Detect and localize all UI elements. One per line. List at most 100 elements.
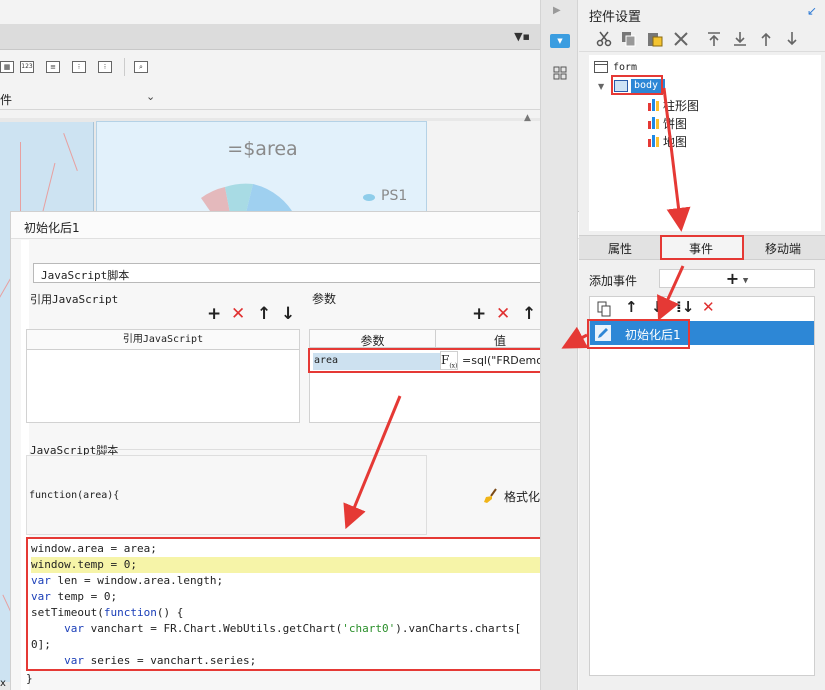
tab-events-label: 事件: [689, 242, 714, 256]
code-token: window.area = area;: [31, 542, 157, 555]
widget-settings-icon[interactable]: ▼: [550, 34, 570, 48]
chevron-down-icon[interactable]: ⌄: [146, 90, 155, 103]
code-line[interactable]: window.temp = 0;: [31, 557, 554, 573]
param-name-cell[interactable]: area: [313, 353, 441, 370]
bar-chart-icon: [648, 99, 659, 111]
delete-ref-button[interactable]: ✕: [231, 306, 245, 323]
move-down-icon[interactable]: [783, 31, 801, 47]
add-event-label: 添加事件: [589, 274, 638, 288]
code-line[interactable]: window.area = area;: [31, 541, 554, 557]
ref-javascript-table[interactable]: 引用JavaScript: [26, 329, 300, 423]
delete-param-button[interactable]: ✕: [496, 306, 510, 323]
layout-grid-icon[interactable]: [553, 66, 567, 80]
code-line[interactable]: var len = window.area.length;: [31, 573, 554, 589]
code-token: ).vanCharts.charts[: [395, 622, 522, 635]
editor-tab-bar: ▼▪: [0, 24, 540, 50]
move-down-event-button[interactable]: ↓: [651, 299, 664, 316]
code-token: var: [64, 622, 84, 635]
move-up-event-button[interactable]: ↑: [625, 299, 638, 316]
code-token: setTimeout(: [31, 606, 104, 619]
dialog-header: 初始化后1: [11, 212, 581, 239]
tree-node-form[interactable]: form: [613, 62, 637, 73]
code-line[interactable]: va //获取 系列的所有数据点: [31, 669, 554, 671]
status-text: x: [0, 678, 6, 689]
move-to-bottom-event-button[interactable]: ⁞↓: [676, 299, 694, 316]
text-area-widget-icon[interactable]: ≡: [46, 61, 60, 73]
tree-node-pie-chart[interactable]: 饼图: [663, 115, 687, 132]
copy-icon[interactable]: [596, 301, 612, 317]
code-line[interactable]: var vanchart = FR.Chart.WebUtils.getChar…: [31, 621, 554, 637]
tree-expand-icon[interactable]: ▼: [598, 82, 604, 91]
toolbar-separator: [124, 58, 125, 76]
formula-button[interactable]: F(x): [440, 351, 458, 370]
code-line[interactable]: setTimeout(function() {: [31, 605, 554, 621]
move-up-ref-button[interactable]: ↑: [257, 306, 271, 323]
add-ref-button[interactable]: +: [207, 306, 221, 323]
tab-events[interactable]: 事件: [660, 235, 744, 260]
property-tabs: 属性 事件 移动端: [579, 235, 825, 260]
event-list: ↑ ↓ ⁞↓ ✕ 初始化后1: [589, 296, 815, 676]
param-row[interactable]: area F(x) =sql("FRDemo","s: [308, 348, 564, 373]
params-table: 参数 值: [309, 329, 565, 423]
body-annotation-box: [611, 75, 663, 95]
delete-event-button[interactable]: ✕: [702, 299, 715, 316]
pie-chart-widget-preview[interactable]: =$area PS1: [96, 121, 427, 216]
code-line[interactable]: var series = vanchart.series;: [31, 653, 554, 669]
widget-tree: form ▼ body 柱形图 饼图 地图: [589, 55, 821, 231]
number-widget-icon[interactable]: 123: [20, 61, 34, 73]
paste-icon[interactable]: [646, 31, 664, 47]
code-token: window.temp = 0;: [31, 558, 137, 571]
tab-mobile[interactable]: 移动端: [765, 240, 801, 257]
delete-icon[interactable]: [672, 31, 690, 47]
add-param-button[interactable]: +: [472, 306, 486, 323]
chart-title: =$area: [227, 138, 298, 160]
legend-label: PS1: [381, 188, 408, 204]
move-up-icon[interactable]: [757, 31, 775, 47]
caret-down-icon: ▼: [742, 276, 749, 285]
code-lines: window.area = area; window.temp = 0; var l…: [31, 541, 554, 671]
collapse-right-icon[interactable]: ▶: [553, 5, 561, 16]
param-name-column-header: 参数: [310, 330, 436, 348]
section-divider: [95, 449, 567, 450]
code-line[interactable]: var temp = 0;: [31, 589, 554, 605]
grid-widget-icon[interactable]: ▦: [0, 61, 14, 73]
legend-marker-icon: [363, 194, 375, 201]
cut-icon[interactable]: [595, 31, 613, 47]
function-closing-brace: }: [26, 672, 33, 685]
move-to-top-icon[interactable]: [705, 31, 723, 47]
code-token: var: [31, 574, 51, 587]
panel-title: 控件设置: [589, 10, 642, 25]
map-chart-icon: [648, 135, 659, 147]
radio-group-widget-icon[interactable]: ⁝: [72, 61, 86, 73]
tree-node-bar-chart[interactable]: 柱形图: [663, 97, 699, 114]
editor-top-strip: [0, 0, 540, 24]
move-up-param-button[interactable]: ↑: [522, 306, 536, 323]
scroll-up-icon[interactable]: ▲: [524, 113, 531, 123]
copy-icon[interactable]: [620, 31, 638, 47]
tree-node-map-chart[interactable]: 地图: [663, 133, 687, 150]
pie-chart-icon: [648, 117, 659, 129]
add-icon: +: [725, 269, 740, 288]
broom-icon: [484, 488, 497, 503]
widget-category-dropdown[interactable]: 件: [0, 91, 12, 108]
tab-menu-icon[interactable]: ▼▪: [514, 30, 530, 43]
tab-properties[interactable]: 属性: [608, 240, 632, 257]
move-down-ref-button[interactable]: ↓: [281, 306, 295, 323]
javascript-code-editor[interactable]: window.area = area; window.temp = 0; var l…: [26, 537, 567, 671]
add-event-dropdown[interactable]: + ▼: [659, 269, 815, 288]
code-token: var: [64, 654, 84, 667]
move-to-bottom-icon[interactable]: [731, 31, 749, 47]
ref-table-header: 引用JavaScript: [27, 330, 299, 350]
code-token: va: [64, 670, 77, 671]
collapse-panel-icon[interactable]: ↙: [807, 4, 817, 18]
checkbox-group-widget-icon[interactable]: ⁝: [98, 61, 112, 73]
code-token: len = window.area.length;: [50, 574, 224, 587]
form-icon: [594, 61, 608, 73]
event-type-select[interactable]: JavaScript脚本 ▼: [33, 263, 559, 283]
event-type-value: JavaScript脚本: [41, 269, 130, 282]
code-line[interactable]: 0];: [31, 637, 554, 653]
search-widget-icon[interactable]: ⌕: [134, 61, 148, 73]
